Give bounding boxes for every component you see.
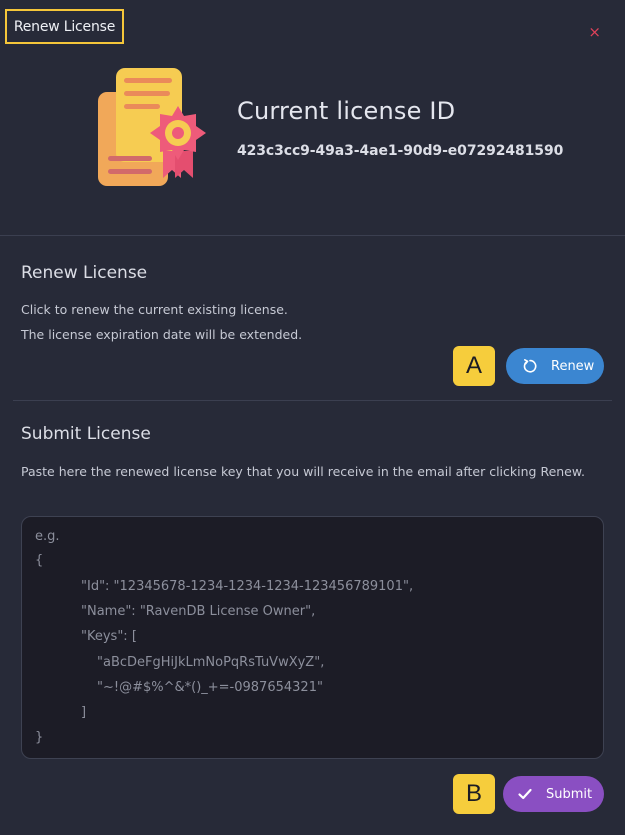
refresh-icon bbox=[522, 358, 538, 374]
section-divider bbox=[0, 235, 625, 236]
submit-button[interactable]: Submit bbox=[503, 776, 604, 812]
placeholder-line: "~!@#$%^&*()_+=-0987654321" bbox=[97, 680, 323, 695]
submit-description: Paste here the renewed license key that … bbox=[21, 464, 585, 479]
renew-section-title: Renew License bbox=[21, 263, 148, 283]
placeholder-line: } bbox=[35, 730, 44, 745]
section-divider bbox=[13, 400, 612, 401]
renew-button[interactable]: Renew bbox=[506, 348, 604, 384]
dialog-title-text: Renew License bbox=[13, 18, 116, 35]
renew-description-line-2: The license expiration date will be exte… bbox=[21, 327, 303, 342]
renew-description-line-1: Click to renew the current existing lice… bbox=[21, 302, 288, 317]
close-button[interactable]: × bbox=[588, 22, 601, 42]
placeholder-line: { bbox=[35, 553, 44, 568]
placeholder-line: e.g. bbox=[35, 529, 60, 544]
license-certificate-icon bbox=[96, 66, 210, 188]
submit-button-label: Submit bbox=[546, 786, 593, 802]
submit-section-title: Submit License bbox=[21, 424, 151, 444]
license-key-textarea[interactable]: e.g. { "Id": "12345678-1234-1234-1234-12… bbox=[21, 516, 604, 759]
placeholder-line: ] bbox=[81, 705, 87, 720]
placeholder-line: "aBcDeFgHiJkLmNoPqRsTuVwXyZ", bbox=[97, 655, 325, 670]
close-icon: × bbox=[588, 23, 601, 41]
placeholder-line: "Id": "12345678-1234-1234-1234-123456789… bbox=[81, 579, 414, 594]
placeholder-line: "Name": "RavenDB License Owner", bbox=[81, 604, 316, 619]
annotation-badge-b: B bbox=[453, 774, 495, 814]
placeholder-line: "Keys": [ bbox=[81, 629, 137, 644]
renew-button-label: Renew bbox=[551, 358, 595, 374]
dialog-title: Renew License bbox=[5, 9, 124, 44]
check-icon bbox=[517, 786, 533, 802]
annotation-badge-a: A bbox=[453, 346, 495, 386]
current-license-id: 423c3cc9-49a3-4ae1-90d9-e07292481590 bbox=[237, 143, 564, 159]
current-license-heading: Current license ID bbox=[237, 97, 456, 125]
